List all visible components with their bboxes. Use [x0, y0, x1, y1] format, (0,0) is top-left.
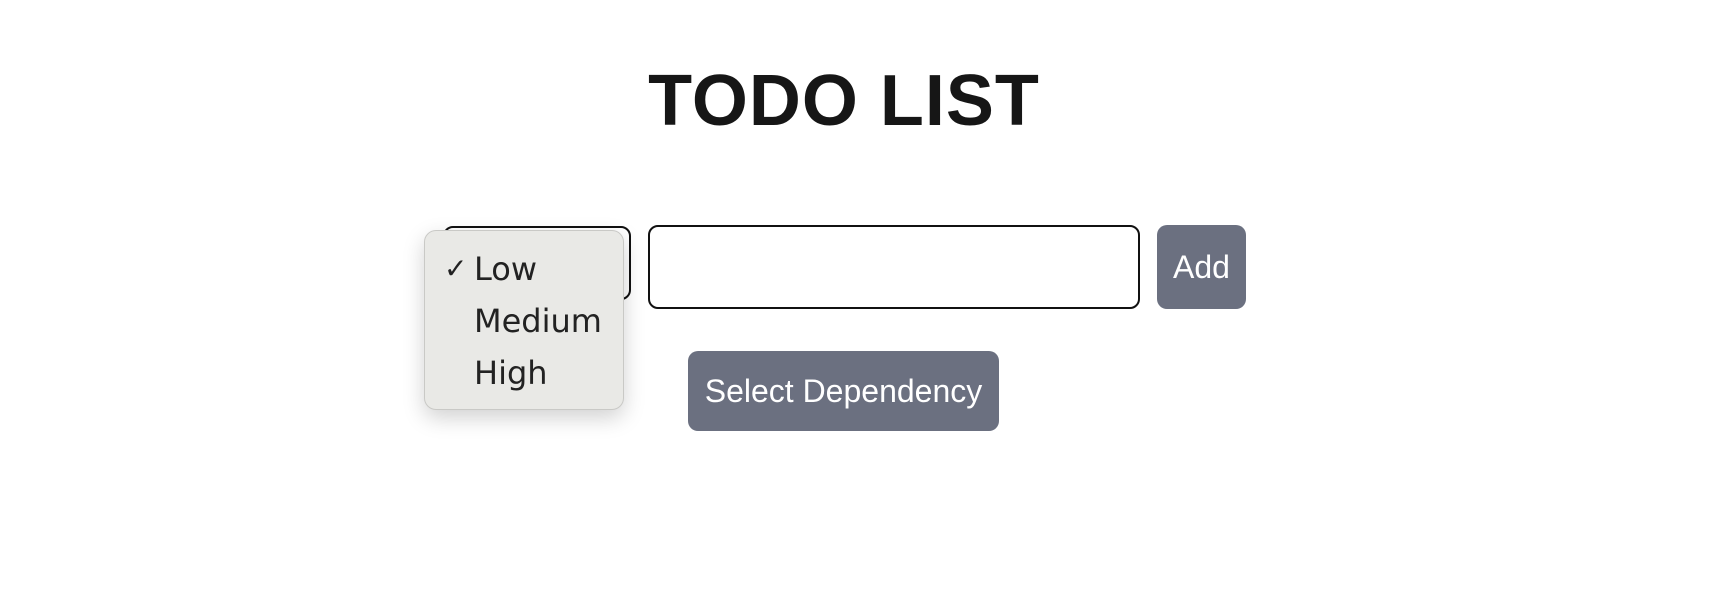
todo-page: TODO LIST Add Select Dependency ✓ Low Me… [0, 0, 1714, 596]
priority-option-low[interactable]: ✓ Low [425, 243, 623, 295]
priority-option-label: Low [474, 250, 538, 288]
task-input[interactable] [648, 225, 1140, 309]
priority-option-medium[interactable]: Medium [425, 295, 623, 347]
priority-dropdown-menu: ✓ Low Medium High [424, 230, 624, 410]
check-icon: ✓ [444, 252, 468, 285]
select-dependency-button[interactable]: Select Dependency [688, 351, 999, 431]
add-button[interactable]: Add [1157, 225, 1246, 309]
priority-option-high[interactable]: High [425, 347, 623, 399]
page-title: TODO LIST [648, 61, 1040, 141]
priority-option-label: Medium [474, 302, 602, 340]
priority-option-label: High [474, 354, 548, 392]
